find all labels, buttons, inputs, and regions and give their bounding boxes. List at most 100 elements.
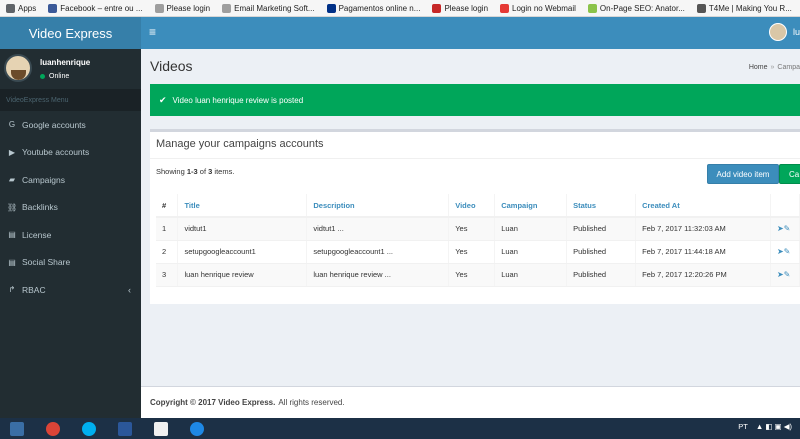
bookmark-label: Email Marketing Soft...	[234, 3, 315, 13]
chrome-icon[interactable]	[36, 419, 70, 438]
row-actions-icon[interactable]: ➤✎	[770, 263, 800, 287]
page-icon	[222, 3, 232, 13]
sidebar-item-label: Social Share	[22, 257, 71, 268]
sidebar-item-label: Youtube accounts	[22, 147, 90, 158]
table-cell: Luan	[494, 217, 568, 241]
start-icon-shape	[10, 421, 24, 436]
nav-icon: ↱	[8, 285, 16, 295]
user-menu[interactable]: lu	[768, 23, 800, 41]
skype-icon[interactable]	[72, 419, 106, 438]
campaign-button[interactable]: Ca	[779, 164, 800, 184]
summary-suffix: items.	[212, 167, 235, 176]
column-header[interactable]: Created At	[635, 194, 771, 218]
table-cell: vidtut1	[177, 217, 308, 241]
summary-prefix: Showing	[156, 167, 187, 176]
bookmarks-bar: Apps Facebook – entre ou ... Please login E…	[0, 0, 800, 17]
sidebar-item-license[interactable]: ▤ License	[0, 221, 141, 249]
table-cell: vidtut1 ...	[306, 217, 450, 241]
bookmark-8[interactable]: T4Me | Making You R...	[696, 3, 792, 13]
sidebar-item-social-share[interactable]: ▤ Social Share	[0, 249, 141, 277]
media-icon[interactable]	[180, 419, 214, 438]
sidebar-item-label: RBAC	[22, 284, 46, 295]
blank-icon[interactable]	[144, 419, 178, 438]
footer-copyright: Copyright © 2017 Video Express.	[150, 398, 276, 407]
webmail-icon	[500, 3, 510, 13]
items-summary: Showing 1-3 of 3 items.	[156, 167, 234, 176]
language-indicator[interactable]: PT	[738, 422, 748, 431]
sidebar-item-youtube-accounts[interactable]: ▶ Youtube accounts	[0, 139, 141, 167]
bookmark-label: On-Page SEO: Anator...	[599, 3, 685, 13]
table-cell: Yes	[448, 217, 496, 241]
start-icon[interactable]	[0, 419, 34, 438]
bookmark-5[interactable]: Please login	[432, 3, 488, 13]
bookmark-0[interactable]: Apps	[6, 3, 37, 13]
bookmark-label: Pagamentos online n...	[338, 3, 421, 13]
column-header[interactable]: Description	[306, 194, 450, 218]
table-row: 3 luan henrique review luan henrique revie…	[156, 263, 800, 287]
bookmark-label: Please login	[166, 3, 211, 13]
sidebar-item-rbac[interactable]: ↱ RBAC ‹	[0, 276, 141, 304]
breadcrumb: Home» Campa	[749, 64, 800, 71]
word-icon-shape	[118, 421, 132, 436]
menu-header: VideoExpress Menu	[0, 89, 141, 111]
summary-mid: of	[197, 167, 209, 176]
table-cell: 1	[156, 217, 179, 241]
sidebar: luanhenrique Online VideoExpress Menu GG…	[0, 49, 141, 418]
bookmark-label: Apps	[18, 3, 37, 13]
table-cell: Published	[566, 240, 637, 264]
table-cell: Published	[566, 263, 637, 287]
chrome-icon-shape	[46, 421, 60, 436]
breadcrumb-home[interactable]: Home	[749, 64, 768, 71]
summary-range: 1-3	[186, 167, 198, 176]
column-header[interactable]: Campaign	[494, 194, 568, 218]
sidebar-toggle-icon[interactable]: ≡	[149, 25, 156, 39]
row-actions-icon[interactable]: ➤✎	[770, 217, 800, 241]
bookmark-label: Facebook – entre ou ...	[60, 3, 143, 13]
table-row: 1 vidtut1 vidtut1 ... Yes Luan Published Feb 7…	[156, 217, 800, 241]
chevron-left-icon: ‹	[128, 284, 131, 295]
word-icon[interactable]	[108, 419, 142, 438]
bookmark-2[interactable]: Please login	[154, 3, 211, 13]
online-status: Online	[40, 73, 69, 80]
sidebar-item-google-accounts[interactable]: G Google accounts	[0, 111, 141, 139]
status-text: Online	[49, 73, 70, 80]
tray-icons[interactable]: ▲ ◧ ▣ ◀)	[756, 422, 792, 431]
column-header[interactable]: Video	[448, 194, 496, 218]
sidebar-item-label: Campaigns	[22, 174, 65, 185]
column-header[interactable]: Status	[566, 194, 637, 218]
add-video-item-button[interactable]: Add video item	[707, 164, 779, 184]
bookmark-1[interactable]: Facebook – entre ou ...	[48, 3, 143, 13]
bookmark-label: T4Me | Making You R...	[708, 3, 792, 13]
nav-icon: ▤	[8, 230, 16, 240]
table-cell: Feb 7, 2017 12:20:26 PM	[635, 263, 771, 287]
table-cell: setupgoogleaccount1 ...	[306, 240, 450, 264]
table-cell: 2	[156, 240, 179, 264]
facebook-icon	[48, 3, 58, 13]
sidebar-item-campaigns[interactable]: ▰ Campaigns	[0, 166, 141, 194]
bookmark-label: Login no Webmail	[512, 3, 576, 13]
breadcrumb-separator: »	[770, 64, 775, 71]
breadcrumb-current: Campa	[777, 64, 800, 71]
circle-icon	[587, 3, 597, 13]
column-header[interactable]: Title	[177, 194, 308, 218]
row-actions-icon[interactable]: ➤✎	[770, 240, 800, 264]
apps-grid-icon	[6, 3, 15, 13]
bookmark-7[interactable]: On-Page SEO: Anator...	[587, 3, 685, 13]
page-title: Videos	[150, 58, 193, 74]
app-logo[interactable]: Video Express	[0, 17, 141, 49]
sidebar-item-label: Google accounts	[22, 119, 86, 130]
table-cell: Luan	[494, 240, 568, 264]
table-cell: Feb 7, 2017 11:44:18 AM	[635, 240, 771, 264]
bookmark-6[interactable]: Login no Webmail	[500, 3, 576, 13]
bookmark-3[interactable]: Email Marketing Soft...	[222, 3, 315, 13]
bookmark-4[interactable]: Pagamentos online n...	[326, 3, 421, 13]
column-header	[770, 194, 800, 218]
footer-rights: All rights reserved.	[278, 398, 345, 407]
windows-taskbar: PT ▲ ◧ ▣ ◀)	[0, 418, 800, 439]
media-icon-shape	[190, 421, 204, 436]
avatar	[4, 54, 32, 82]
sidebar-item-backlinks[interactable]: ⛓ Backlinks	[0, 194, 141, 222]
user-panel: luanhenrique Online	[0, 49, 141, 89]
box-title: Manage your campaigns accounts	[156, 138, 324, 150]
table-cell: luan henrique review ...	[306, 263, 450, 287]
